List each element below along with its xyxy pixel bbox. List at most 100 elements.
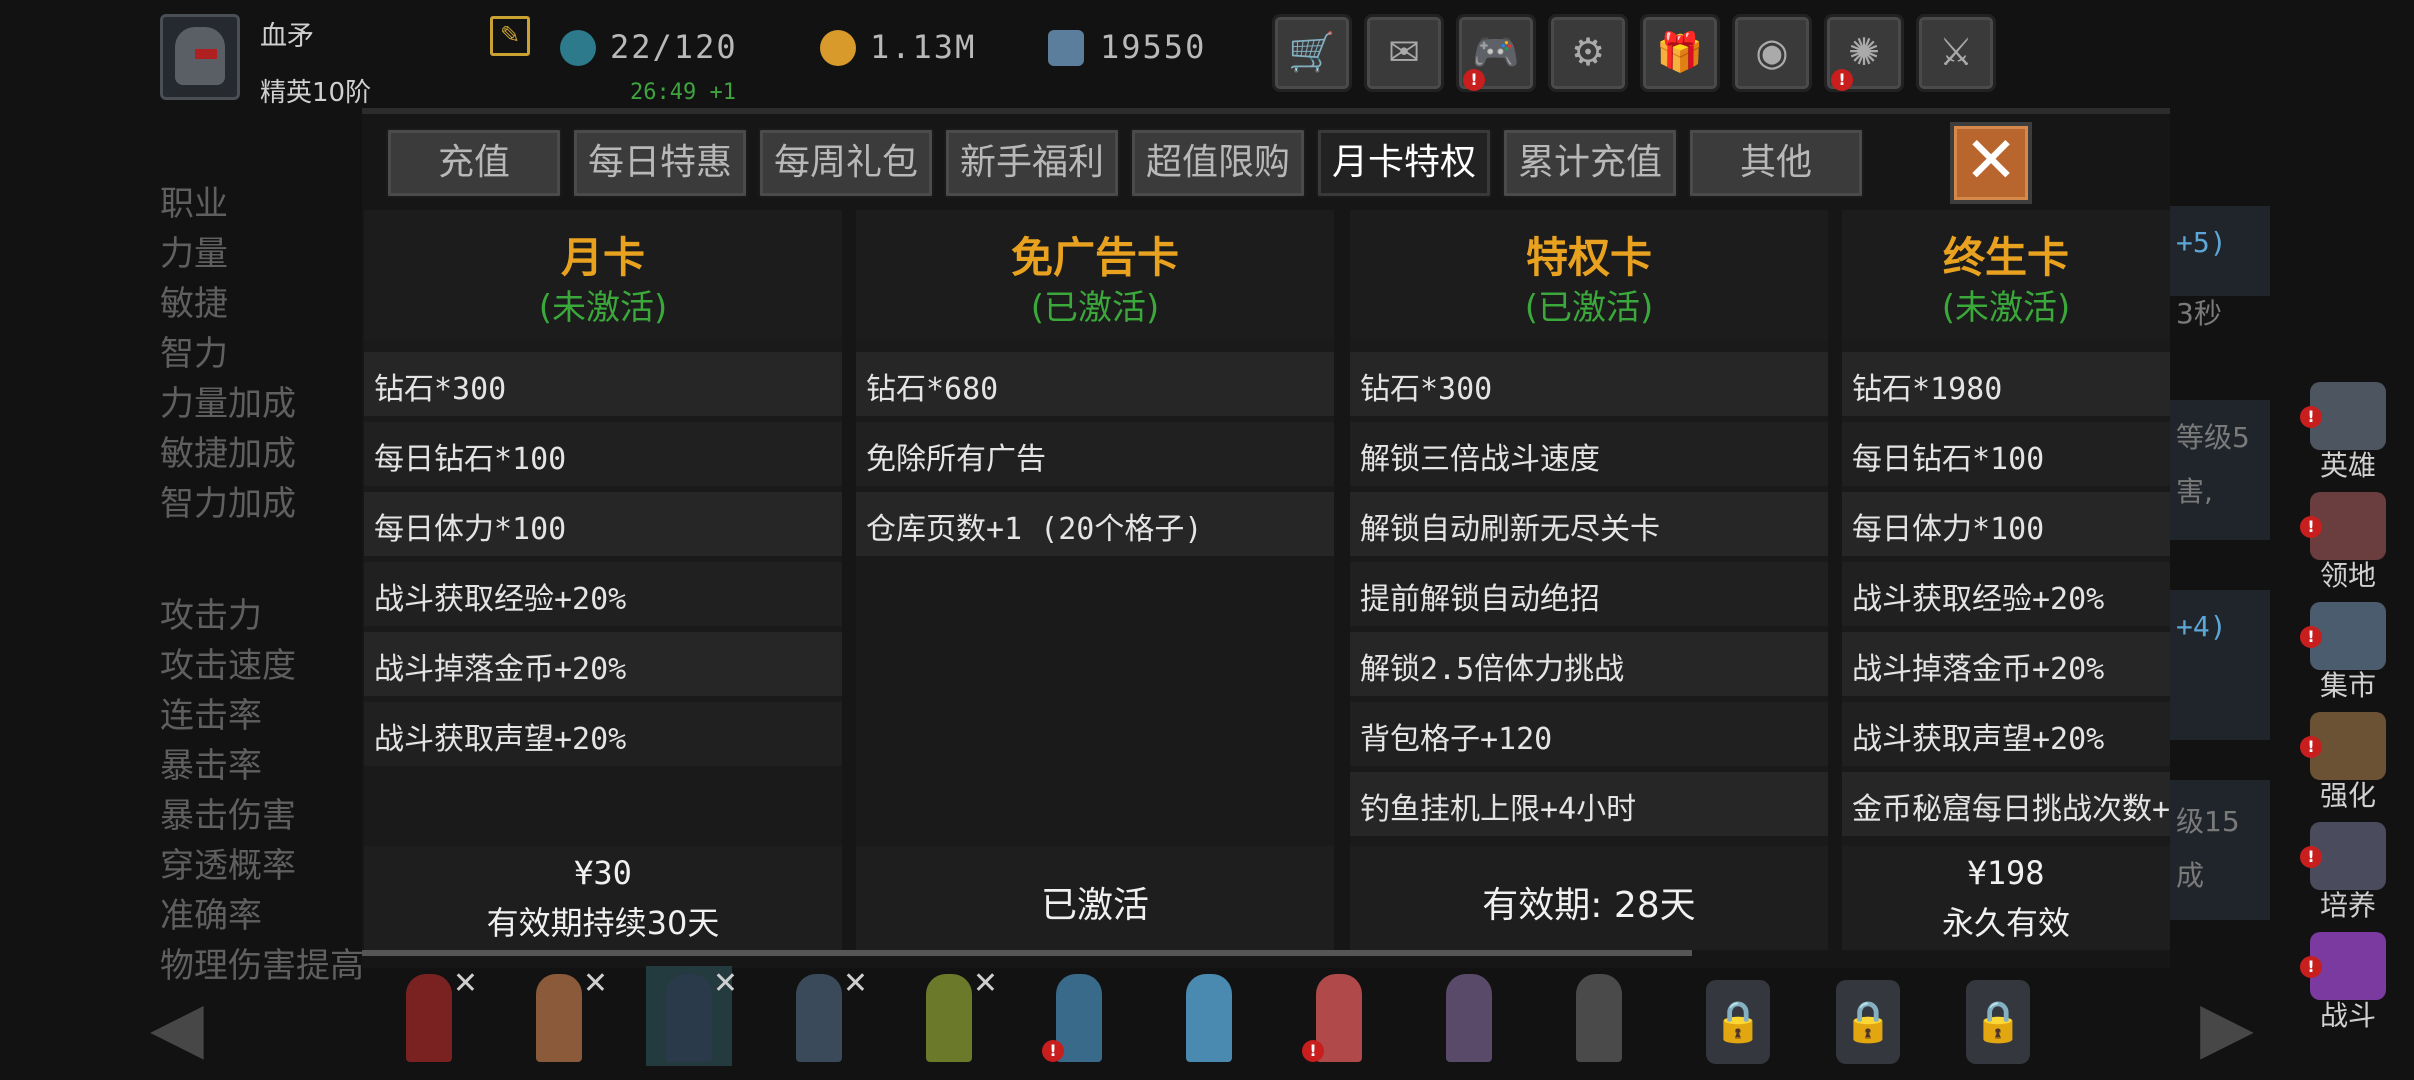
card-item: 解锁2.5倍体力挑战 <box>1350 632 1828 696</box>
horizontal-scrollbar[interactable] <box>362 950 1692 956</box>
card-item: 金币秘窟每日挑战次数+ <box>1842 772 2170 836</box>
card-status: (未激活) <box>1941 288 2071 328</box>
hero-slot[interactable]: ! <box>1296 966 1382 1066</box>
bg-text: 3秒 <box>2176 297 2222 330</box>
hero-sprite-icon <box>1576 974 1622 1062</box>
card-status: (未激活) <box>538 288 668 328</box>
prev-arrow-icon[interactable]: ◀ <box>150 986 204 1068</box>
card-header: 免广告卡 (已激活) <box>856 210 1334 340</box>
hero-slot[interactable] <box>1556 966 1642 1066</box>
stamina-icon <box>560 30 596 66</box>
nav-1[interactable]: ! 英雄 <box>2300 382 2396 482</box>
card-footer[interactable]: 有效期: 28天 <box>1350 846 1828 950</box>
card-item: 战斗获取经验+20% <box>364 562 842 626</box>
card-footer-text: 已激活 <box>1040 885 1149 926</box>
stat-label: 力量加成 <box>160 384 296 424</box>
remove-icon[interactable]: ✕ <box>843 966 868 1001</box>
stat-label: 力量 <box>160 234 228 274</box>
remove-icon[interactable]: ✕ <box>973 966 998 1001</box>
color-wheel-icon[interactable]: ◉ <box>1732 14 1812 92</box>
nav-3[interactable]: ! 集市 <box>2300 602 2396 702</box>
card-item: 背包格子+120 <box>1350 702 1828 766</box>
hero-slot[interactable]: ✕ <box>516 966 608 1066</box>
nav-4[interactable]: ! 强化 <box>2300 712 2396 812</box>
stat-label: 敏捷 <box>160 284 228 324</box>
firework-icon[interactable]: ✺! <box>1824 14 1904 92</box>
card-footer[interactable]: 已激活 <box>856 846 1334 950</box>
hero-slot[interactable] <box>1166 966 1252 1066</box>
stat-label: 职业 <box>160 184 228 224</box>
hero-slot[interactable]: ✕ <box>906 966 998 1066</box>
card-item: 钻石*680 <box>856 352 1334 416</box>
tab-4[interactable]: 新手福利 <box>944 128 1120 198</box>
hero-slot[interactable]: ✕ <box>646 966 738 1066</box>
card-item: 战斗获取声望+20% <box>364 702 842 766</box>
card-item: 提前解锁自动绝招 <box>1350 562 1828 626</box>
hero-slot[interactable]: ✕ <box>386 966 478 1066</box>
card-footer[interactable]: ¥198 永久有效 <box>1842 846 2170 950</box>
card-3: 特权卡 (已激活) 钻石*300 解锁三倍战斗速度 解锁自动刷新无尽关卡 提前解锁自动绝招… <box>1350 210 1828 950</box>
card-item-text: 战斗获取经验+20% <box>374 582 627 617</box>
helmet-icon <box>175 27 225 85</box>
card-item-text: 战斗获取声望+20% <box>374 722 627 757</box>
card-title: 月卡 <box>560 233 645 282</box>
nav-label: 战斗 <box>2319 999 2376 1032</box>
nav-5[interactable]: ! 培养 <box>2300 822 2396 922</box>
card-status: (已激活) <box>1030 288 1160 328</box>
remove-icon[interactable]: ✕ <box>453 966 478 1001</box>
next-arrow-icon[interactable]: ▶ <box>2200 986 2254 1068</box>
gear-icon[interactable]: ⚙ <box>1548 14 1628 92</box>
stat-label: 连击率 <box>160 696 262 736</box>
gift-icon[interactable]: 🎁 <box>1640 14 1720 92</box>
gold-icon <box>820 30 856 66</box>
card-item-text: 战斗获取声望+20% <box>1852 722 2105 757</box>
tab-3[interactable]: 每周礼包 <box>758 128 934 198</box>
close-button[interactable]: ✕ <box>1950 122 2032 204</box>
swords-icon[interactable]: ⚔ <box>1916 14 1996 92</box>
tab-7[interactable]: 累计充值 <box>1502 128 1678 198</box>
card-item: 战斗掉落金币+20% <box>1842 632 2170 696</box>
card-header: 特权卡 (已激活) <box>1350 210 1828 340</box>
gamepad-icon[interactable]: 🎮! <box>1456 14 1536 92</box>
tab-1[interactable]: 充值 <box>386 128 562 198</box>
card-item: 钓鱼挂机上限+4小时 <box>1350 772 1828 836</box>
stat-label: 智力加成 <box>160 484 296 524</box>
alert-badge: ! <box>2300 626 2322 648</box>
card-item-text: 钻石*680 <box>866 372 999 407</box>
hero-sprite-icon <box>1446 974 1492 1062</box>
card-item-text: 钻石*300 <box>374 372 507 407</box>
card-item-text: 背包格子+120 <box>1360 722 1553 757</box>
tab-5[interactable]: 超值限购 <box>1130 128 1306 198</box>
nav-label: 集市 <box>2319 669 2376 702</box>
nav-2[interactable]: ! 领地 <box>2300 492 2396 592</box>
card-footer-text: 有效期: 28天 <box>1482 885 1696 926</box>
bg-text: 害, <box>2176 475 2213 508</box>
player-avatar[interactable] <box>160 14 240 100</box>
mail-icon[interactable]: ✉ <box>1364 14 1444 92</box>
card-item-text: 每日体力*100 <box>1852 512 2045 547</box>
edit-name-icon[interactable]: ✎ <box>490 16 530 56</box>
nav-6[interactable]: ! 战斗 <box>2300 932 2396 1032</box>
locked-slot-icon[interactable]: 🔒 <box>1836 980 1900 1064</box>
card-item: 解锁自动刷新无尽关卡 <box>1350 492 1828 556</box>
hero-sprite-icon <box>1186 974 1232 1062</box>
card-price: ¥198 <box>1967 854 2045 892</box>
remove-icon[interactable]: ✕ <box>713 966 738 1001</box>
card-title: 特权卡 <box>1525 233 1652 282</box>
locked-slot-icon[interactable]: 🔒 <box>1706 980 1770 1064</box>
card-item: 战斗获取经验+20% <box>1842 562 2170 626</box>
stamina-timer: 26:49 +1 <box>630 80 736 105</box>
remove-icon[interactable]: ✕ <box>583 966 608 1001</box>
cart-icon[interactable]: 🛒 <box>1272 14 1352 92</box>
hero-slot[interactable]: ! <box>1036 966 1122 1066</box>
card-item: 每日钻石*100 <box>364 422 842 486</box>
tab-6[interactable]: 月卡特权 <box>1316 128 1492 198</box>
tab-8[interactable]: 其他 <box>1688 128 1864 198</box>
hero-slot[interactable] <box>1426 966 1512 1066</box>
card-footer[interactable]: ¥30 有效期持续30天 <box>364 846 842 950</box>
hero-slot[interactable]: ✕ <box>776 966 868 1066</box>
locked-slot-icon[interactable]: 🔒 <box>1966 980 2030 1064</box>
hero-sprite-icon <box>666 974 712 1062</box>
bg-text: 级15 <box>2176 805 2240 838</box>
tab-2[interactable]: 每日特惠 <box>572 128 748 198</box>
